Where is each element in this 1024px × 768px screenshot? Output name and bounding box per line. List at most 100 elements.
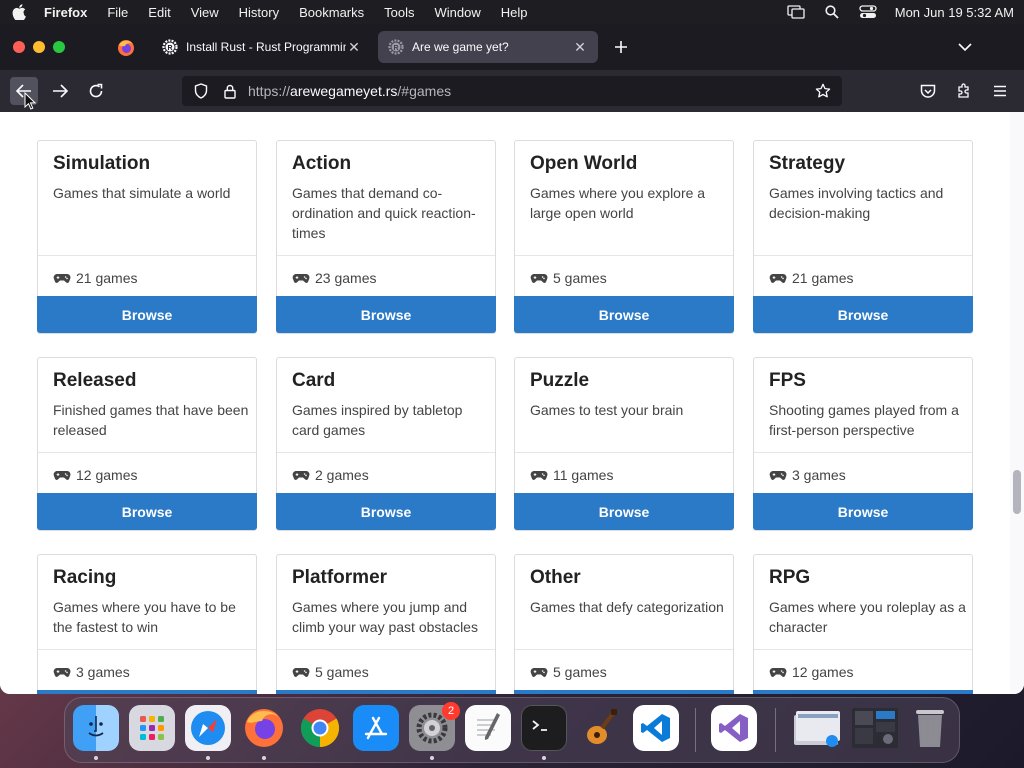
- app-menu-button[interactable]: [989, 80, 1011, 102]
- game-count: 5 games: [530, 664, 607, 680]
- category-description: Games where you roleplay as a character: [769, 599, 966, 635]
- menu-window[interactable]: Window: [435, 5, 481, 20]
- screen-mirroring-icon[interactable]: [787, 5, 805, 19]
- gamepad-icon: [769, 666, 787, 678]
- category-card-action: Action Games that demand co-ordination an…: [276, 140, 496, 334]
- browse-button[interactable]: Browse: [37, 296, 257, 333]
- browse-button[interactable]: Browse: [753, 493, 973, 530]
- gamepad-icon: [769, 272, 787, 284]
- browse-button[interactable]: Browse: [276, 296, 496, 333]
- forward-button[interactable]: [46, 77, 74, 105]
- reload-button[interactable]: [82, 77, 110, 105]
- category-card-racing: Racing Games where you have to be the fas…: [37, 554, 257, 694]
- tab-close-icon[interactable]: ✕: [346, 39, 362, 55]
- navigation-toolbar: https://arewegameyet.rs/#games: [0, 70, 1024, 112]
- window-minimize-button[interactable]: [33, 41, 45, 53]
- url-bar[interactable]: https://arewegameyet.rs/#games: [182, 76, 842, 106]
- menu-app-name[interactable]: Firefox: [44, 5, 87, 20]
- trash-icon[interactable]: [907, 705, 953, 751]
- browse-button[interactable]: Browse: [514, 690, 734, 694]
- category-name: Strategy: [769, 153, 846, 174]
- menu-tools[interactable]: Tools: [384, 5, 414, 20]
- menu-view[interactable]: View: [191, 5, 219, 20]
- game-count-text: 12 games: [792, 664, 854, 680]
- browse-button[interactable]: Browse: [753, 296, 973, 333]
- running-indicator: [430, 756, 434, 760]
- textedit-icon[interactable]: [465, 705, 511, 751]
- downloads-stack-icon[interactable]: [791, 705, 843, 751]
- menu-bookmarks[interactable]: Bookmarks: [299, 5, 364, 20]
- category-card-simulation: Simulation Games that simulate a world 21 …: [37, 140, 257, 334]
- url-path: /#games: [397, 83, 452, 99]
- category-description: Games that demand co-ordination and quic…: [292, 185, 476, 241]
- tab-are-we-game-yet[interactable]: R Are we game yet? ✕: [378, 31, 598, 63]
- terminal-icon[interactable]: [521, 705, 567, 751]
- menubar-clock[interactable]: Mon Jun 19 5:32 AM: [895, 5, 1014, 20]
- game-count: 23 games: [292, 270, 376, 286]
- url-domain: arewegameyet.rs: [290, 83, 398, 99]
- category-card-card: Card Games inspired by tabletop card game…: [276, 357, 496, 531]
- category-description: Games where you jump and climb your way …: [292, 599, 478, 635]
- category-description: Games inspired by tabletop card games: [292, 402, 463, 438]
- tracking-protection-shield-icon[interactable]: [192, 82, 210, 100]
- game-count: 21 games: [769, 270, 853, 286]
- pocket-button[interactable]: [917, 80, 939, 102]
- new-tab-button[interactable]: [610, 36, 632, 58]
- dock-separator: [775, 708, 776, 752]
- gamepad-icon: [53, 469, 71, 481]
- garageband-icon[interactable]: [577, 705, 623, 751]
- game-count: 5 games: [292, 664, 369, 680]
- control-center-icon[interactable]: [859, 5, 877, 19]
- spotlight-search-icon[interactable]: [823, 5, 841, 19]
- launchpad-icon[interactable]: [129, 705, 175, 751]
- category-card-other: Other Games that defy categorization 5 gam…: [514, 554, 734, 694]
- gamepad-icon: [530, 272, 548, 284]
- bookmark-star-icon[interactable]: [814, 82, 832, 100]
- browse-button[interactable]: Browse: [37, 690, 257, 694]
- lock-icon[interactable]: [222, 82, 238, 100]
- gamepad-icon: [530, 469, 548, 481]
- gamepad-icon: [530, 666, 548, 678]
- dock-separator: [695, 708, 696, 752]
- game-count-text: 3 games: [76, 664, 130, 680]
- page-scrollbar[interactable]: [1010, 112, 1024, 694]
- running-indicator: [262, 756, 266, 760]
- category-name: Action: [292, 153, 352, 174]
- card-divider: [38, 255, 256, 256]
- browse-button[interactable]: Browse: [514, 493, 734, 530]
- browse-button[interactable]: Browse: [753, 690, 973, 694]
- visual-studio-icon[interactable]: [711, 705, 757, 751]
- url-text[interactable]: https://arewegameyet.rs/#games: [248, 83, 814, 99]
- safari-icon[interactable]: [185, 705, 231, 751]
- vscode-icon[interactable]: [633, 705, 679, 751]
- browse-button[interactable]: Browse: [514, 296, 734, 333]
- pinned-tab-firefox[interactable]: [110, 34, 142, 62]
- apple-menu-icon[interactable]: [10, 3, 28, 21]
- app-store-icon[interactable]: [353, 705, 399, 751]
- window-close-button[interactable]: [13, 41, 25, 53]
- firefox-dock-icon[interactable]: [241, 705, 287, 751]
- card-divider: [754, 255, 972, 256]
- menu-help[interactable]: Help: [501, 5, 528, 20]
- page-content: Simulation Games that simulate a world 21 …: [0, 112, 1010, 694]
- menu-file[interactable]: File: [107, 5, 128, 20]
- window-zoom-button[interactable]: [53, 41, 65, 53]
- list-all-tabs-button[interactable]: [956, 38, 974, 56]
- menu-edit[interactable]: Edit: [148, 5, 170, 20]
- scrollbar-thumb[interactable]: [1013, 470, 1021, 514]
- system-settings-icon[interactable]: 2: [409, 702, 460, 751]
- category-name: Platformer: [292, 567, 388, 588]
- chrome-icon[interactable]: [297, 705, 343, 751]
- browse-button[interactable]: Browse: [276, 690, 496, 694]
- tab-close-icon[interactable]: ✕: [572, 39, 588, 55]
- extensions-button[interactable]: [953, 80, 975, 102]
- game-count-text: 5 games: [553, 270, 607, 286]
- tab-install-rust[interactable]: R Install Rust - Rust Programming ✕: [152, 31, 372, 63]
- screenshots-stack-icon[interactable]: [849, 705, 901, 751]
- game-count: 12 games: [769, 664, 853, 680]
- svg-text:R: R: [167, 45, 172, 52]
- menu-history[interactable]: History: [239, 5, 279, 20]
- browse-button[interactable]: Browse: [37, 493, 257, 530]
- finder-icon[interactable]: [73, 705, 119, 751]
- browse-button[interactable]: Browse: [276, 493, 496, 530]
